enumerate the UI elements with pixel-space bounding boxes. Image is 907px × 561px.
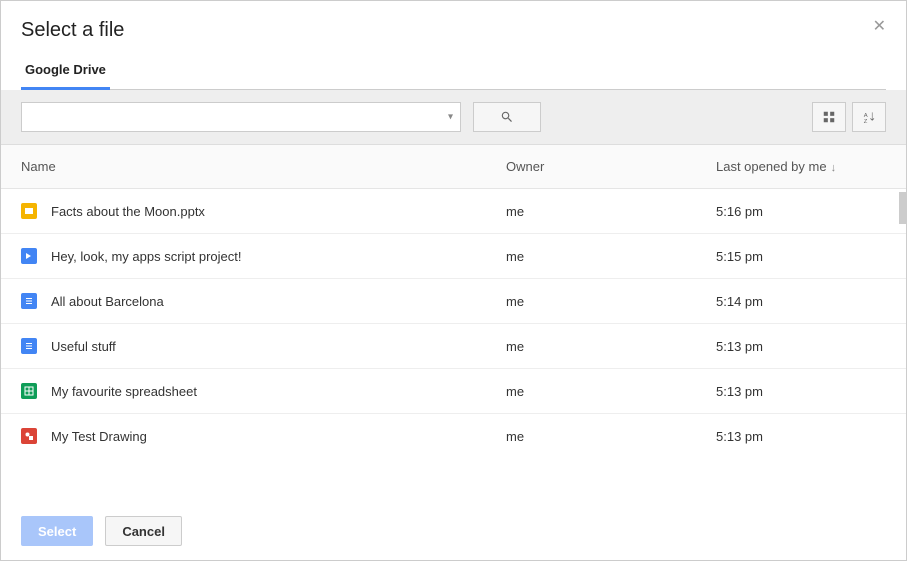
sort-arrow-down-icon: ↓ <box>831 162 837 174</box>
file-row[interactable]: My favourite spreadsheet me 5:13 pm <box>1 369 906 414</box>
file-name: My Test Drawing <box>51 429 147 444</box>
search-button[interactable] <box>473 102 541 132</box>
file-name: Facts about the Moon.pptx <box>51 204 205 219</box>
cell-date: 5:15 pm <box>716 249 886 264</box>
file-name: Useful stuff <box>51 339 116 354</box>
dialog-title: Select a file <box>21 19 886 42</box>
file-picker-dialog: Select a file ✕ Google Drive ▾ AZ <box>0 0 907 561</box>
sheet-icon <box>21 383 37 399</box>
sort-az-icon: AZ <box>862 110 876 124</box>
cell-date: 5:13 pm <box>716 339 886 354</box>
search-wrap: ▾ <box>21 102 461 132</box>
file-name: Hey, look, my apps script project! <box>51 249 242 264</box>
file-name: My favourite spreadsheet <box>51 384 197 399</box>
drawing-icon <box>21 428 37 444</box>
grid-icon <box>822 110 836 124</box>
cell-date: 5:16 pm <box>716 204 886 219</box>
slides-icon <box>21 203 37 219</box>
select-button[interactable]: Select <box>21 516 93 546</box>
dialog-header: Select a file ✕ Google Drive <box>1 1 906 90</box>
cell-name: My favourite spreadsheet <box>21 383 506 399</box>
search-icon <box>500 110 514 124</box>
file-row[interactable]: Useful stuff me 5:13 pm <box>1 324 906 369</box>
doc-icon <box>21 338 37 354</box>
cell-name: Hey, look, my apps script project! <box>21 248 506 264</box>
list-header: Name Owner Last opened by me ↓ <box>1 145 906 189</box>
cell-name: Facts about the Moon.pptx <box>21 203 506 219</box>
file-list: Name Owner Last opened by me ↓ Facts abou… <box>1 145 906 502</box>
col-header-date-label: Last opened by me <box>716 159 827 174</box>
cell-owner: me <box>506 204 716 219</box>
scrollbar-thumb[interactable] <box>899 192 906 224</box>
cell-owner: me <box>506 294 716 309</box>
close-icon: ✕ <box>873 18 886 35</box>
tabs: Google Drive <box>21 62 886 90</box>
col-header-date[interactable]: Last opened by me ↓ <box>716 159 886 174</box>
cell-name: My Test Drawing <box>21 428 506 444</box>
cell-owner: me <box>506 384 716 399</box>
cell-date: 5:13 pm <box>716 384 886 399</box>
col-header-name-label: Name <box>21 159 56 174</box>
svg-text:A: A <box>864 113 868 119</box>
svg-text:Z: Z <box>864 119 868 124</box>
cancel-button[interactable]: Cancel <box>105 516 182 546</box>
sort-button[interactable]: AZ <box>852 102 886 132</box>
grid-view-button[interactable] <box>812 102 846 132</box>
col-header-owner[interactable]: Owner <box>506 159 716 174</box>
search-input[interactable] <box>21 102 461 132</box>
col-header-name[interactable]: Name <box>21 159 506 174</box>
cell-owner: me <box>506 429 716 444</box>
col-header-owner-label: Owner <box>506 159 544 174</box>
dialog-footer: Select Cancel <box>1 502 906 560</box>
file-row[interactable]: All about Barcelona me 5:14 pm <box>1 279 906 324</box>
tab-google-drive[interactable]: Google Drive <box>21 62 110 90</box>
file-row[interactable]: Facts about the Moon.pptx me 5:16 pm <box>1 189 906 234</box>
close-button[interactable]: ✕ <box>873 19 886 35</box>
file-row[interactable]: My Test Drawing me 5:13 pm <box>1 414 906 458</box>
apps-script-icon <box>21 248 37 264</box>
cell-owner: me <box>506 339 716 354</box>
view-buttons: AZ <box>812 102 886 132</box>
doc-icon <box>21 293 37 309</box>
tab-label: Google Drive <box>25 62 106 77</box>
search-field-wrap: ▾ <box>21 102 461 132</box>
file-row[interactable]: Hey, look, my apps script project! me 5:… <box>1 234 906 279</box>
cell-owner: me <box>506 249 716 264</box>
toolbar: ▾ AZ <box>1 90 906 145</box>
cell-date: 5:14 pm <box>716 294 886 309</box>
file-name: All about Barcelona <box>51 294 164 309</box>
cell-date: 5:13 pm <box>716 429 886 444</box>
cell-name: Useful stuff <box>21 338 506 354</box>
cell-name: All about Barcelona <box>21 293 506 309</box>
